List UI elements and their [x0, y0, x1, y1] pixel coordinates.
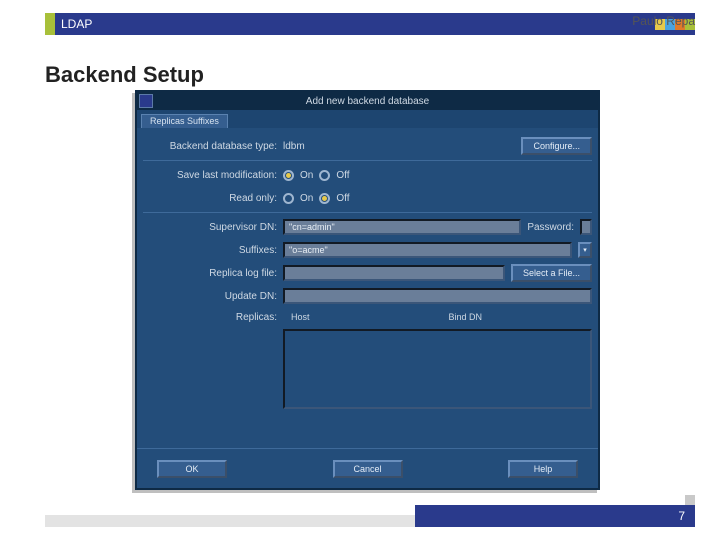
replicalog-label: Replica log file:	[143, 268, 283, 279]
supervisor-label: Supervisor DN:	[143, 222, 283, 233]
replicas-label: Replicas:	[143, 312, 283, 323]
dbtype-label: Backend database type:	[143, 141, 283, 152]
supervisor-input[interactable]: "cn=admin"	[283, 219, 521, 235]
dialog-button-bar: OK Cancel Help	[137, 448, 598, 488]
replicas-listbox[interactable]	[283, 329, 592, 409]
window-system-menu-icon[interactable]	[139, 94, 153, 108]
updatedn-label: Update DN:	[143, 291, 283, 302]
footer-grey-bar	[45, 515, 415, 527]
slide: LDAP Paulo Repa Backend Setup Add new ba…	[0, 0, 720, 540]
configure-button[interactable]: Configure...	[521, 137, 592, 155]
updatedn-input[interactable]	[283, 288, 592, 304]
on-label-1: On	[300, 170, 313, 181]
savemod-on-radio[interactable]	[283, 170, 294, 181]
suffixes-label: Suffixes:	[143, 245, 283, 256]
savemod-label: Save last modification:	[143, 170, 283, 181]
replicas-col-host: Host	[283, 310, 435, 324]
password-input[interactable]	[580, 219, 592, 235]
footer: 7	[0, 505, 720, 527]
dbtype-value: ldbm	[283, 141, 305, 152]
off-label-2: Off	[336, 193, 349, 204]
off-label-1: Off	[336, 170, 349, 181]
replicas-col-bind: Bind DN	[441, 310, 593, 324]
topbar-title: LDAP	[61, 17, 655, 31]
page-title: Backend Setup	[45, 62, 204, 88]
window-title: Add new backend database	[306, 96, 429, 107]
on-label-2: On	[300, 193, 313, 204]
form-area: Backend database type: ldbm Configure...…	[137, 128, 598, 324]
select-file-button[interactable]: Select a File...	[511, 264, 592, 282]
tab-replicas-suffixes[interactable]: Replicas Suffixes	[141, 114, 228, 128]
footer-chip	[685, 495, 695, 505]
window-titlebar: Add new backend database	[137, 92, 598, 110]
password-label: Password:	[527, 222, 574, 233]
footer-page-number: 7	[415, 505, 695, 527]
tab-bar: Replicas Suffixes	[137, 110, 598, 128]
cancel-button[interactable]: Cancel	[333, 460, 403, 478]
readonly-off-radio[interactable]	[319, 193, 330, 204]
dialog-window: Add new backend database Replicas Suffix…	[135, 90, 600, 490]
replicalog-input[interactable]	[283, 265, 505, 281]
topbar-accent-block	[45, 13, 55, 35]
suffixes-input[interactable]: "o=acme"	[283, 242, 572, 258]
separator	[143, 160, 592, 161]
topbar: LDAP	[45, 13, 695, 35]
ok-button[interactable]: OK	[157, 460, 227, 478]
separator	[143, 212, 592, 213]
readonly-on-radio[interactable]	[283, 193, 294, 204]
suffixes-dropdown-icon[interactable]: ▾	[578, 242, 592, 258]
readonly-label: Read only:	[143, 193, 283, 204]
savemod-off-radio[interactable]	[319, 170, 330, 181]
author-label: Paulo Repa	[632, 14, 695, 28]
help-button[interactable]: Help	[508, 460, 578, 478]
